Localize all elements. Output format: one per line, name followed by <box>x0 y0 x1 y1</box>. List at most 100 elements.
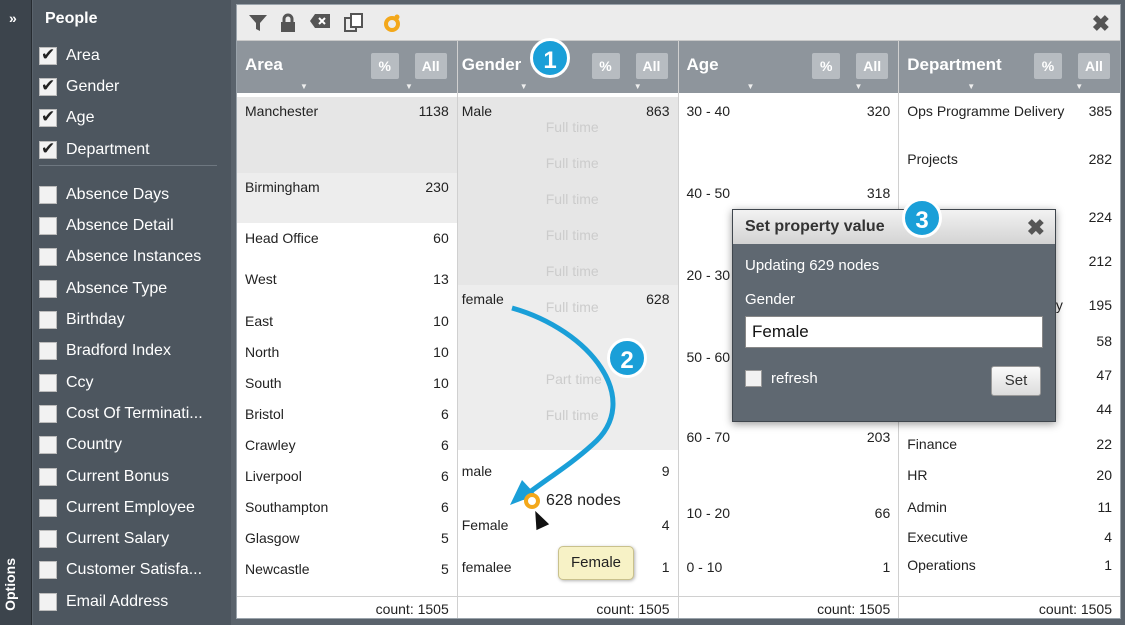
percent-button[interactable]: % <box>1034 53 1062 79</box>
list-item[interactable]: Newcastle 5 <box>237 555 457 585</box>
checkbox[interactable] <box>39 248 57 267</box>
list-item[interactable]: 30 - 40 320 <box>679 97 899 179</box>
sort-arrow-icon[interactable]: ▼ <box>300 82 308 91</box>
step-badge: 1 <box>530 38 570 78</box>
list-item[interactable]: West 13 <box>237 265 457 307</box>
field-item[interactable]: Current Bonus <box>39 461 227 492</box>
checkbox[interactable] <box>39 279 57 298</box>
lock-icon[interactable] <box>277 13 299 33</box>
list-item[interactable]: 0 - 10 1 <box>679 553 899 585</box>
checkbox[interactable] <box>39 436 57 455</box>
column-footer: count: 1505 <box>237 596 457 618</box>
list-item[interactable]: Executive 4 <box>899 523 1120 551</box>
options-tab[interactable]: Options <box>2 558 18 611</box>
copy-icon[interactable] <box>343 13 365 33</box>
list-item[interactable]: Crawley 6 <box>237 431 457 462</box>
percent-button[interactable]: % <box>812 53 841 79</box>
sort-arrow-icon[interactable]: ▼ <box>747 82 755 91</box>
checkbox[interactable] <box>39 561 57 580</box>
value-input[interactable] <box>745 316 1043 348</box>
field-item[interactable]: Customer Satisfa... <box>39 555 227 586</box>
field-item[interactable]: Country <box>39 430 227 461</box>
checkbox-checked[interactable] <box>39 107 57 128</box>
percent-button[interactable]: % <box>370 53 399 79</box>
row-count: 22 <box>1096 436 1112 452</box>
checkbox[interactable] <box>39 404 57 423</box>
dialog-title: Set property value <box>745 218 885 235</box>
close-icon[interactable]: ✖ <box>1092 11 1110 37</box>
checkbox-checked[interactable] <box>39 139 57 159</box>
list-item[interactable]: Liverpool 6 <box>237 462 457 493</box>
filter-icon[interactable] <box>247 13 269 33</box>
refresh-checkbox[interactable]: refresh <box>745 370 818 387</box>
sort-arrow-icon[interactable]: ▼ <box>634 82 642 91</box>
row-count: 44 <box>1096 401 1112 417</box>
field-item[interactable]: Birthday <box>39 304 227 335</box>
expand-icon[interactable]: » <box>9 10 17 26</box>
list-item[interactable]: South 10 <box>237 369 457 400</box>
field-item[interactable]: Bradford Index <box>39 336 227 367</box>
field-item[interactable]: Current Employee <box>39 492 227 523</box>
row-label: 60 - 70 <box>686 429 731 445</box>
list-item[interactable]: Admin 11 <box>899 493 1120 523</box>
list-item[interactable]: 60 - 70 203 <box>679 423 899 499</box>
checkbox[interactable] <box>39 185 57 204</box>
field-item[interactable]: Email Address <box>39 586 227 617</box>
checkbox[interactable] <box>745 370 762 387</box>
list-item[interactable]: East 10 <box>237 307 457 338</box>
checkbox[interactable] <box>39 373 57 392</box>
sort-arrow-icon[interactable]: ▼ <box>855 82 863 91</box>
field-item[interactable]: Absence Days <box>39 179 227 210</box>
count-label: count: 1505 <box>375 601 449 617</box>
list-item[interactable]: Finance 22 <box>899 430 1120 461</box>
clear-icon[interactable] <box>309 13 331 33</box>
list-item[interactable]: Manchester 1138 <box>237 97 457 173</box>
field-item-gender[interactable]: Gender <box>39 71 227 102</box>
percent-button[interactable]: % <box>591 53 620 79</box>
set-button[interactable]: Set <box>991 366 1041 396</box>
row-count: 224 <box>1088 209 1112 225</box>
row-count: 230 <box>425 179 449 195</box>
field-item[interactable]: Absence Type <box>39 273 227 304</box>
list-item[interactable]: Head Office 60 <box>237 224 457 265</box>
checkbox[interactable] <box>39 217 57 236</box>
list-item[interactable]: Ops Programme Delivery 385 <box>899 97 1120 145</box>
checkbox[interactable] <box>39 342 57 361</box>
all-button[interactable]: All <box>1078 53 1110 79</box>
node-icon[interactable] <box>381 13 403 33</box>
checkbox[interactable] <box>39 467 57 486</box>
list-item[interactable]: HR 20 <box>899 461 1120 492</box>
list-item[interactable]: Projects 282 <box>899 145 1120 195</box>
sort-arrow-icon[interactable]: ▼ <box>520 82 528 91</box>
field-item[interactable]: Current Salary <box>39 523 227 554</box>
list-item[interactable]: Operations 1 <box>899 551 1120 581</box>
field-item-age[interactable]: Age <box>39 103 227 134</box>
close-icon[interactable]: ✖ <box>1027 215 1045 241</box>
field-item[interactable]: Ccy <box>39 367 227 398</box>
field-item[interactable]: Absence Detail <box>39 210 227 241</box>
checkbox[interactable] <box>39 311 57 330</box>
list-item[interactable]: Female 4 <box>458 511 678 551</box>
checkbox-checked[interactable] <box>39 76 57 96</box>
row-count: 4 <box>1104 529 1112 545</box>
list-item[interactable]: Southampton 6 <box>237 493 457 524</box>
all-button[interactable]: All <box>635 53 668 79</box>
field-item-area[interactable]: Area <box>39 40 227 71</box>
field-item[interactable]: Cost Of Terminati... <box>39 398 227 429</box>
list-item[interactable]: Birmingham 230 <box>237 173 457 223</box>
list-item[interactable]: 10 - 20 66 <box>679 499 899 553</box>
checkbox[interactable] <box>39 592 57 611</box>
field-item-department[interactable]: Department <box>39 134 227 165</box>
list-item[interactable]: North 10 <box>237 338 457 369</box>
field-item[interactable]: Absence Instances <box>39 242 227 273</box>
all-button[interactable]: All <box>414 53 447 79</box>
checkbox[interactable] <box>39 530 57 549</box>
list-item[interactable]: Glasgow 5 <box>237 524 457 555</box>
checkbox[interactable] <box>39 498 57 517</box>
sort-arrow-icon[interactable]: ▼ <box>1075 82 1083 91</box>
list-item[interactable]: Bristol 6 <box>237 400 457 431</box>
sort-arrow-icon[interactable]: ▼ <box>405 82 413 91</box>
checkbox-checked[interactable] <box>39 45 57 65</box>
sort-arrow-icon[interactable]: ▼ <box>967 82 975 91</box>
all-button[interactable]: All <box>856 53 889 79</box>
